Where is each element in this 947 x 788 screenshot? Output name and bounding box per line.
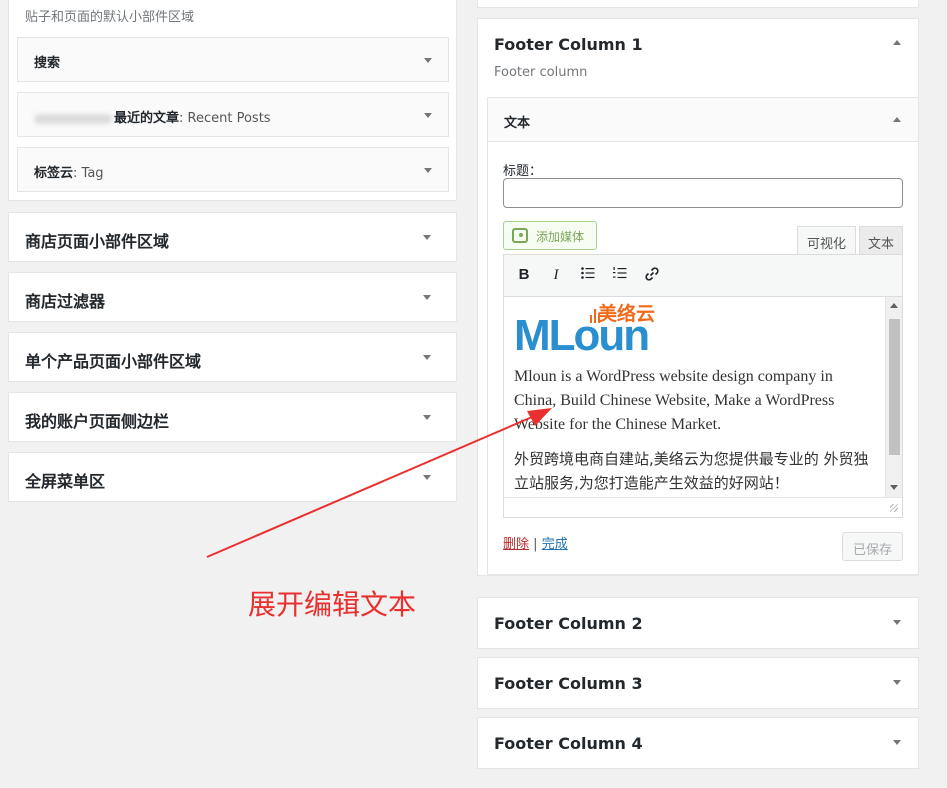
annotation-arrow: [206, 408, 552, 558]
annotation-text: 展开编辑文本: [248, 588, 417, 621]
arrow-line: [206, 416, 533, 558]
arrow-head: [527, 408, 552, 426]
